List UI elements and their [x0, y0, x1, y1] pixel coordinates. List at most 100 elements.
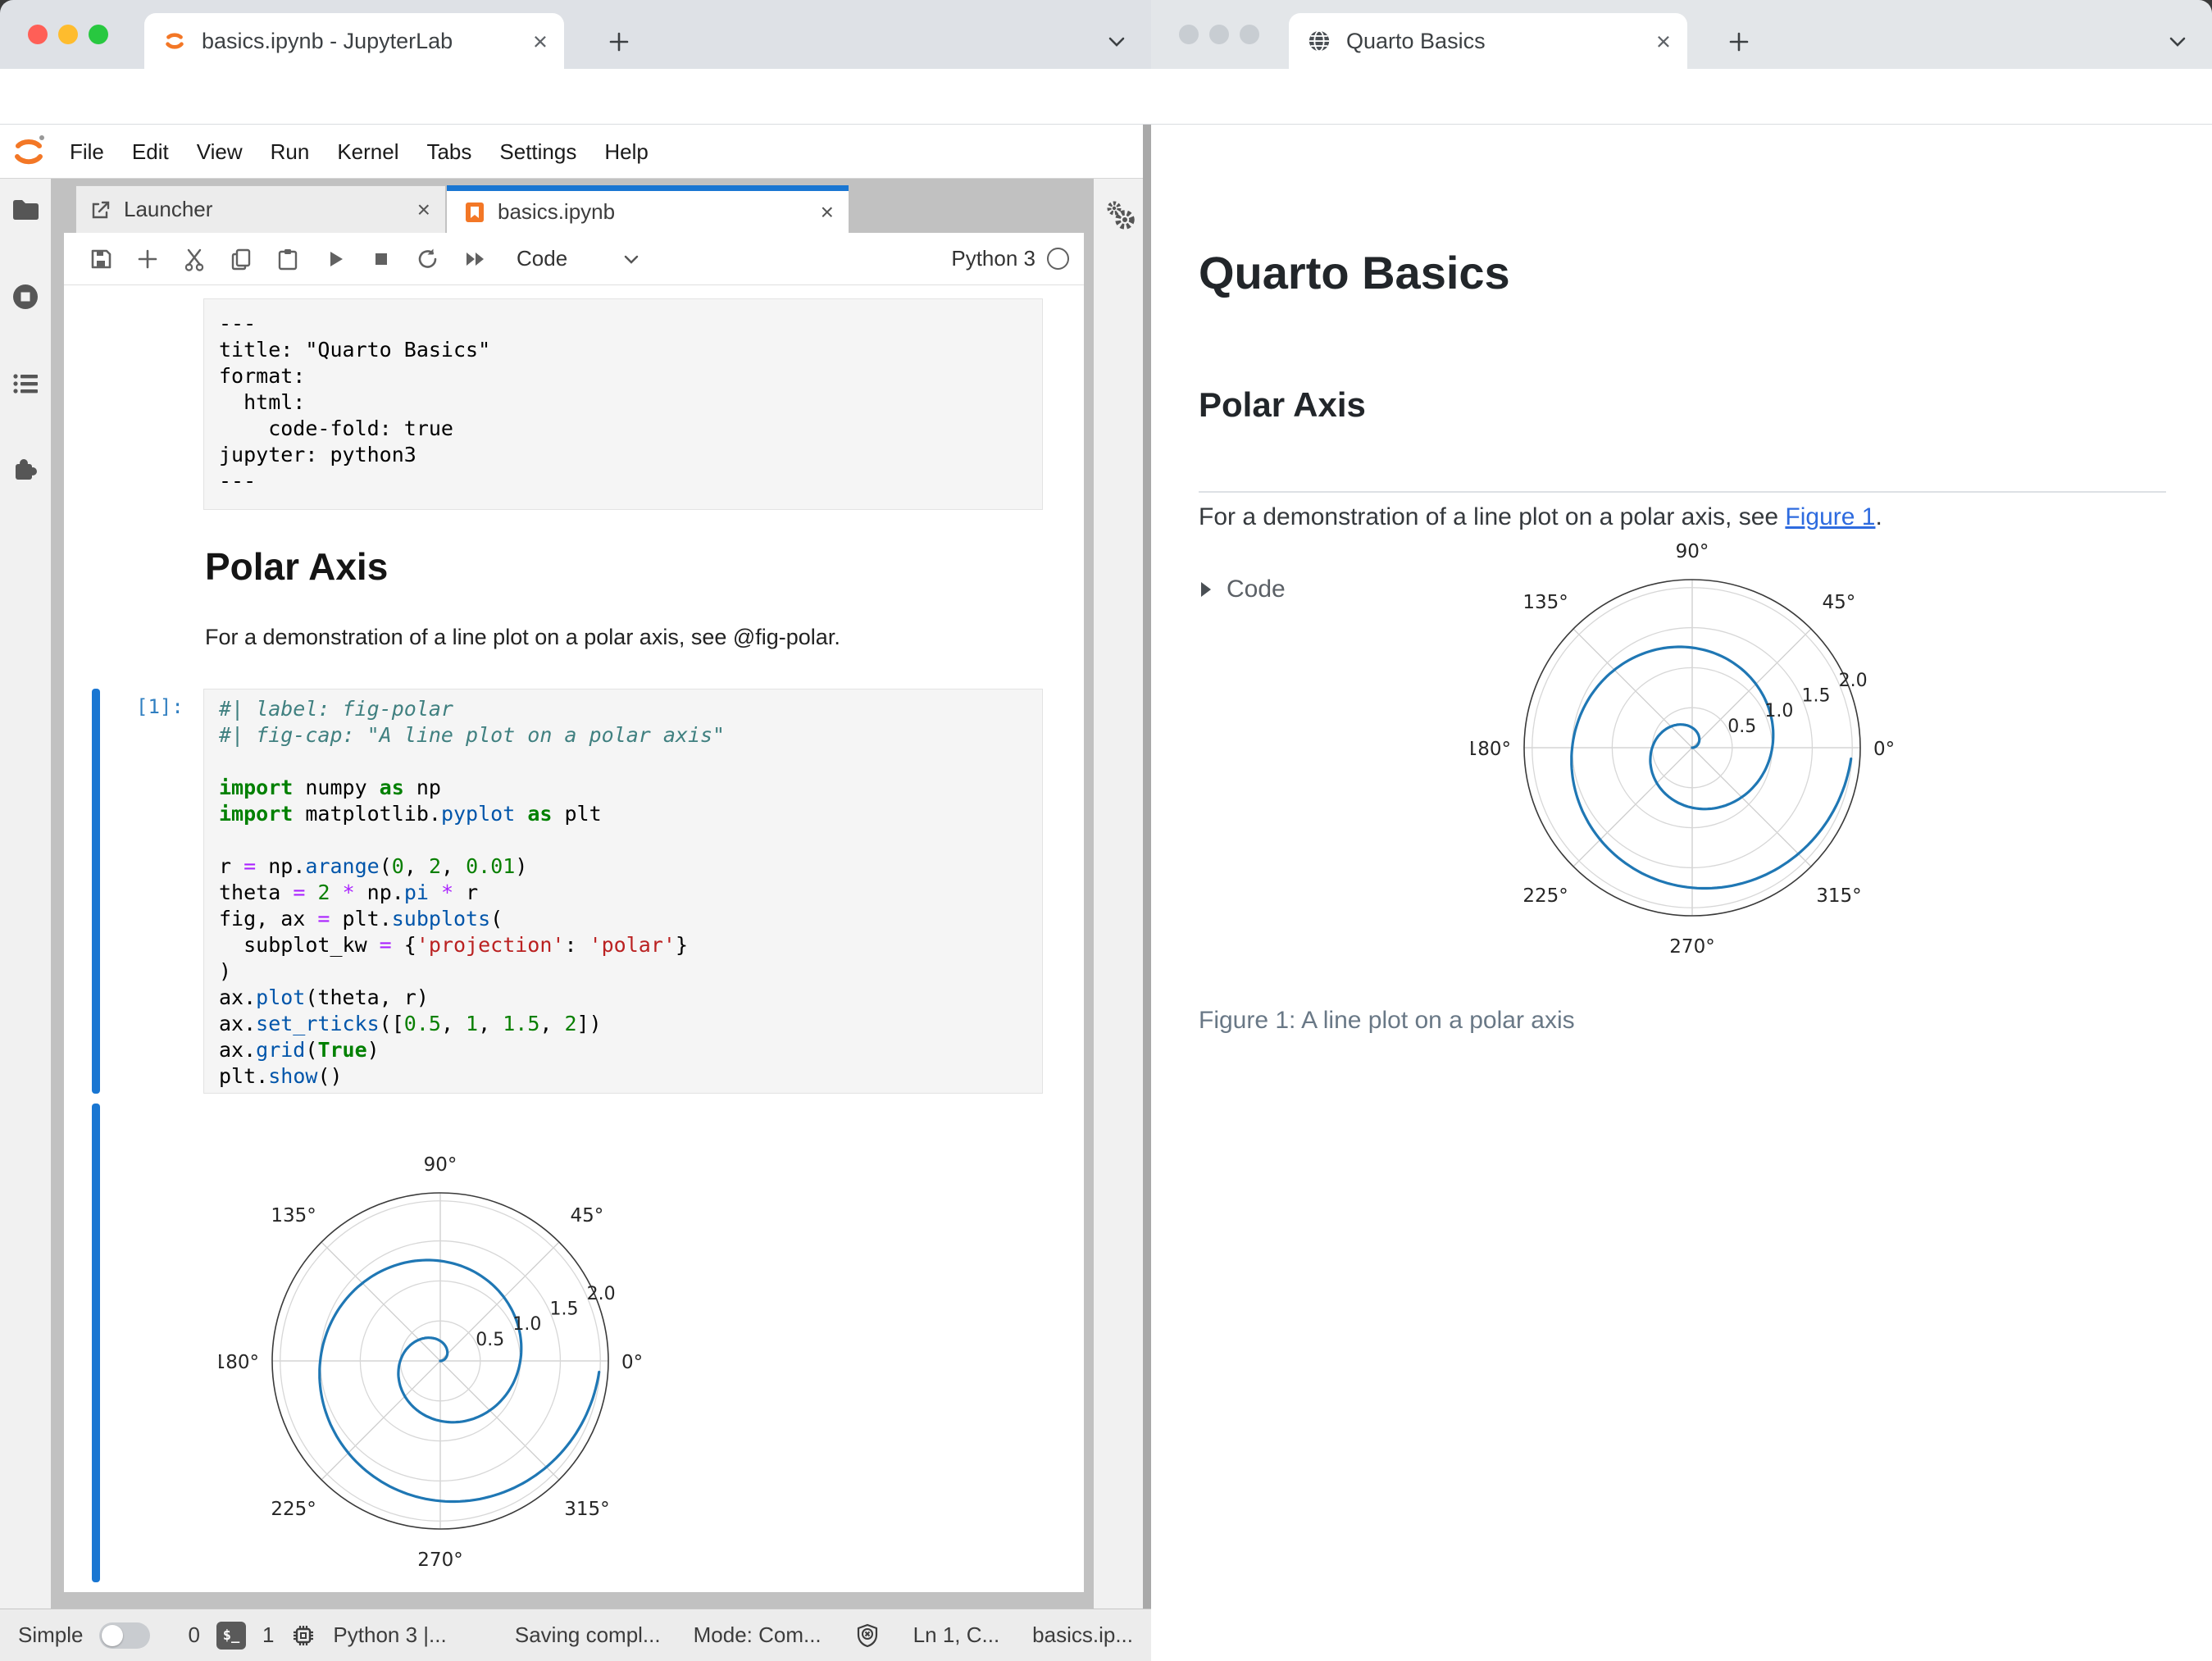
- tab-launcher-label: Launcher: [124, 197, 213, 221]
- code-cell[interactable]: #| label: fig-polar #| fig-cap: "A line p…: [203, 689, 1043, 1094]
- menu-view[interactable]: View: [183, 125, 257, 179]
- raw-line: title: "Quarto Basics": [219, 338, 491, 362]
- execution-prompt: [1]:: [136, 695, 184, 718]
- notebook-toolbar: Code Python 3: [64, 233, 1084, 285]
- svg-text:90°: 90°: [424, 1154, 457, 1176]
- new-tab-button[interactable]: [607, 30, 631, 54]
- copy-cells-icon[interactable]: [229, 247, 253, 271]
- close-notebook-tab-icon[interactable]: ×: [821, 199, 834, 225]
- section-heading: Polar Axis: [1199, 385, 1366, 424]
- zoom-window-button[interactable]: [1240, 25, 1259, 44]
- code-line: subplot_kw = {'projection': 'polar'}: [219, 933, 688, 957]
- svg-text:0°: 0°: [621, 1352, 643, 1373]
- restart-run-all-icon[interactable]: [462, 247, 487, 271]
- paste-cells-icon[interactable]: [275, 247, 300, 271]
- close-tab-icon[interactable]: ×: [1656, 29, 1671, 54]
- close-window-button[interactable]: [1179, 25, 1199, 44]
- tab-search-chevron-icon[interactable]: [2166, 34, 2189, 51]
- kernel-status-text[interactable]: Python 3 |...: [333, 1622, 446, 1648]
- code-fold-label: Code: [1227, 576, 1286, 603]
- svg-text:135°: 135°: [1522, 592, 1568, 613]
- menu-kernel[interactable]: Kernel: [323, 125, 412, 179]
- code-line: #| label: fig-polar: [219, 697, 453, 721]
- code-line: import numpy as np: [219, 776, 441, 799]
- property-inspector-gears-icon[interactable]: [1102, 198, 1138, 234]
- svg-text:270°: 270°: [417, 1550, 462, 1571]
- quarto-page: Quarto Basics Polar Axis For a demonstra…: [1151, 125, 2212, 1661]
- code-line: ax.grid(True): [219, 1038, 380, 1062]
- kernel-chip-icon: [294, 1625, 314, 1645]
- svg-text:1.5: 1.5: [1801, 685, 1830, 706]
- page-title: Quarto Basics: [1199, 247, 1510, 298]
- run-cell-icon[interactable]: [322, 247, 347, 271]
- add-cell-icon[interactable]: [135, 247, 160, 271]
- menu-edit[interactable]: Edit: [118, 125, 183, 179]
- running-kernels-icon[interactable]: [11, 282, 40, 312]
- browser-tabstrip: Quarto Basics ×: [1151, 0, 2212, 69]
- polar-plot-figure: 0° 45° 90° 135° 180° 225° 270° 315° 0.5 1.0 1.5 2.0: [1471, 541, 1895, 958]
- disclosure-triangle-icon: [1201, 582, 1211, 597]
- file-browser-icon[interactable]: [11, 194, 40, 224]
- tab-search-chevron-icon[interactable]: [1105, 34, 1128, 51]
- saving-status: Saving compl...: [514, 1622, 661, 1647]
- extension-manager-icon[interactable]: [11, 454, 40, 484]
- svg-text:1.0: 1.0: [512, 1314, 541, 1335]
- close-tab-icon[interactable]: ×: [533, 29, 548, 54]
- zoom-window-button[interactable]: [89, 25, 108, 44]
- code-line: ax.set_rticks([0.5, 1, 1.5, 2]): [219, 1012, 602, 1035]
- code-fold-toggle[interactable]: Code: [1199, 576, 1286, 603]
- browser-toolbar: localhost:4479 ⋮: [1151, 69, 2212, 186]
- input-collapser[interactable]: [92, 689, 100, 1094]
- kernel-name[interactable]: Python 3: [951, 246, 1035, 271]
- terminals-count: 0: [188, 1622, 200, 1647]
- jupyter-favicon: [166, 33, 184, 49]
- statusbar-filename[interactable]: basics.ip...: [1032, 1622, 1133, 1648]
- interrupt-kernel-icon[interactable]: [369, 247, 394, 271]
- raw-line: jupyter: python3: [219, 443, 416, 466]
- menu-help[interactable]: Help: [590, 125, 662, 179]
- tab-notebook[interactable]: basics.ipynb ×: [447, 185, 849, 233]
- simple-mode-toggle[interactable]: [99, 1622, 151, 1649]
- window-controls[interactable]: [28, 25, 108, 44]
- code-line: ax.plot(theta, r): [219, 985, 429, 1009]
- trust-shield-icon[interactable]: [854, 1622, 881, 1649]
- menu-tabs[interactable]: Tabs: [412, 125, 485, 179]
- restart-kernel-icon[interactable]: [416, 247, 440, 271]
- raw-line: html:: [219, 390, 306, 414]
- document-tabbar: Launcher × basics.ipynb ×: [64, 185, 1084, 233]
- cut-cells-icon[interactable]: [182, 247, 207, 271]
- cursor-position[interactable]: Ln 1, C...: [913, 1622, 1000, 1648]
- svg-text:315°: 315°: [564, 1499, 609, 1520]
- browser-toolbar: localhost:8888/lab/tree/basics.ipynb ⋮: [0, 69, 1151, 185]
- close-window-button[interactable]: [28, 25, 48, 44]
- tab-launcher[interactable]: Launcher ×: [75, 185, 446, 233]
- raw-line: ---: [219, 312, 257, 335]
- terminal-icon: $_: [216, 1621, 246, 1650]
- svg-text:0.5: 0.5: [476, 1330, 504, 1350]
- kernel-status-icon[interactable]: [1047, 248, 1069, 270]
- browser-tab-quarto[interactable]: Quarto Basics ×: [1289, 13, 1687, 69]
- new-tab-button[interactable]: [1727, 30, 1751, 54]
- menu-settings[interactable]: Settings: [485, 125, 590, 179]
- cell-type-chevron-icon[interactable]: [621, 249, 641, 269]
- table-of-contents-icon[interactable]: [11, 369, 40, 398]
- code-line: r = np.arange(0, 2, 0.01): [219, 854, 528, 878]
- output-collapser[interactable]: [92, 1104, 100, 1582]
- menu-run[interactable]: Run: [257, 125, 324, 179]
- window-controls[interactable]: [1179, 25, 1259, 44]
- svg-text:45°: 45°: [1823, 592, 1856, 613]
- menu-items: File Edit View Run Kernel Tabs Settings Help: [56, 125, 662, 179]
- polar-plot-output: 0° 45° 90° 135° 180° 225° 270° 315° 0.5 1.0 1.5 2.0: [219, 1154, 643, 1571]
- raw-line: format:: [219, 364, 306, 388]
- raw-yaml-cell[interactable]: --- title: "Quarto Basics" format: html: c…: [203, 298, 1043, 510]
- command-mode-status[interactable]: Mode: Com...: [694, 1622, 822, 1648]
- minimize-window-button[interactable]: [1209, 25, 1229, 44]
- save-icon[interactable]: [89, 247, 113, 271]
- minimize-window-button[interactable]: [58, 25, 78, 44]
- close-launcher-tab-icon[interactable]: ×: [417, 197, 430, 223]
- browser-tab-jupyterlab[interactable]: basics.ipynb - JupyterLab ×: [144, 13, 564, 69]
- menu-file[interactable]: File: [56, 125, 118, 179]
- cell-type-select[interactable]: Code: [517, 246, 567, 271]
